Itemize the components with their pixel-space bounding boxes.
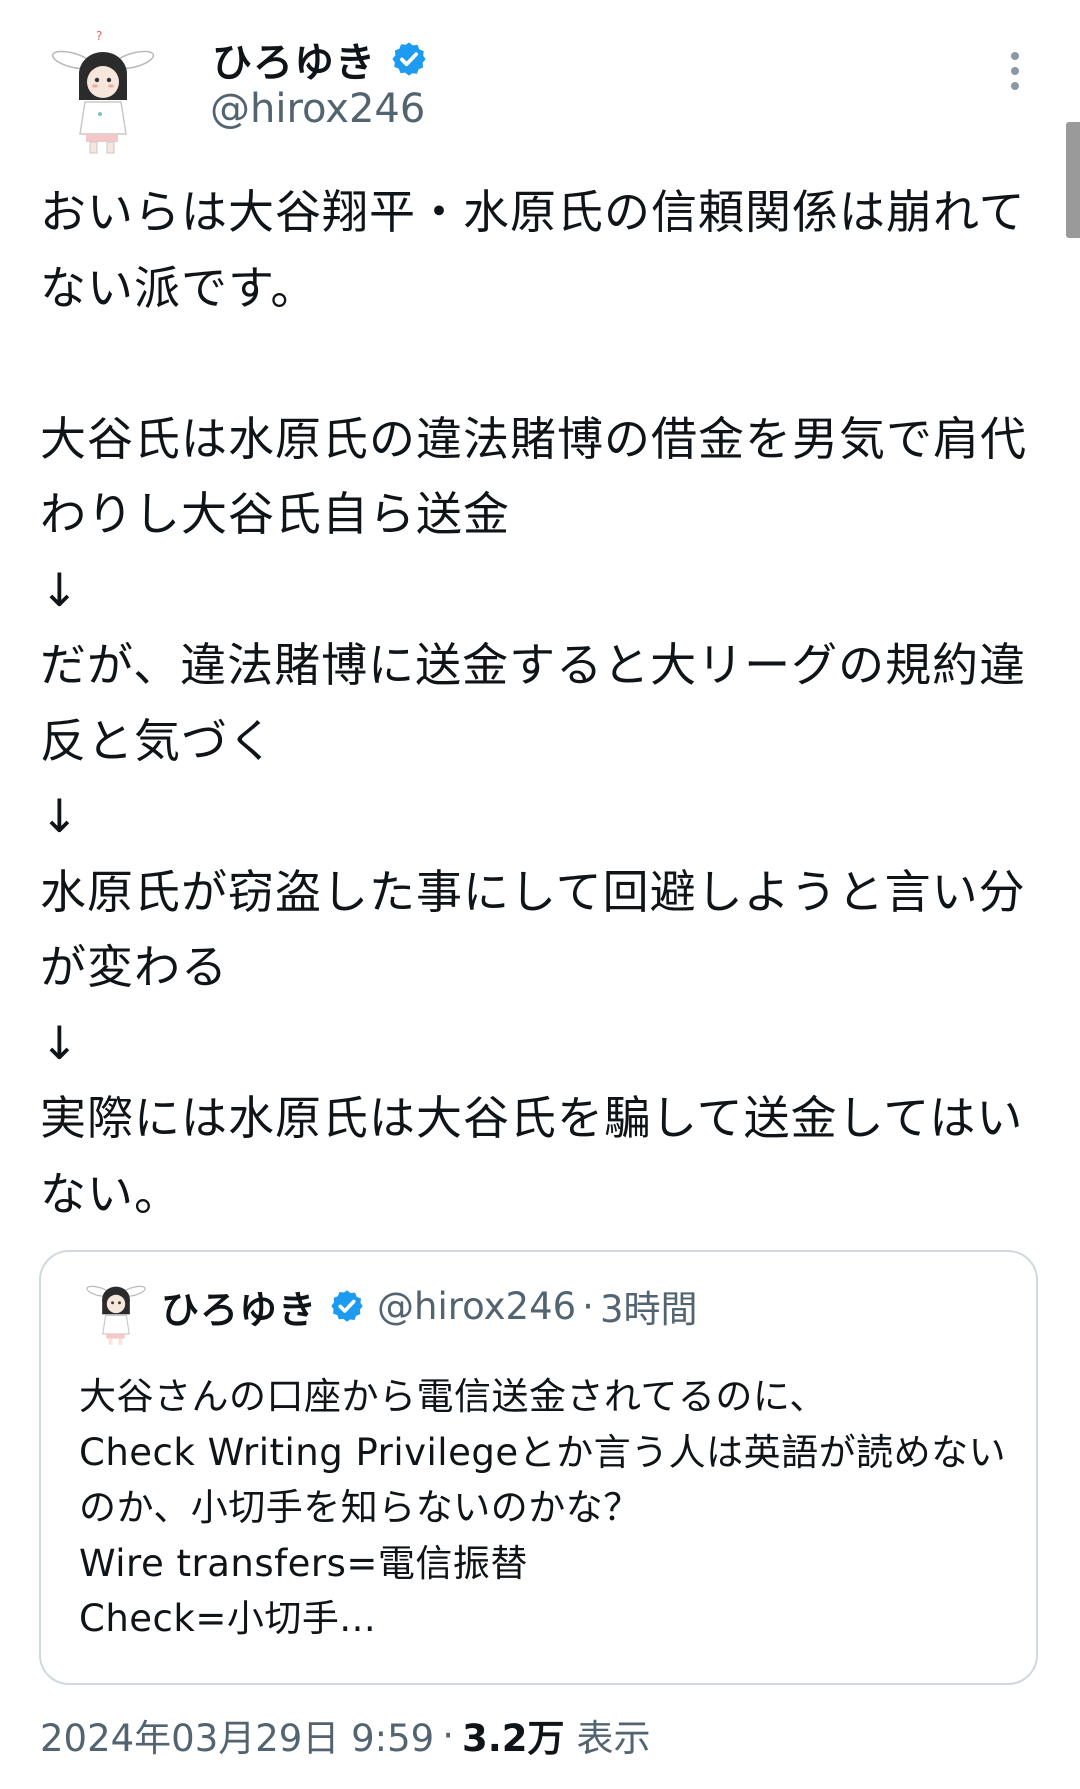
more-vertical-icon	[1011, 52, 1019, 60]
avatar[interactable]: ?	[50, 30, 156, 155]
quoted-display-name: ひろゆき	[161, 1287, 318, 1332]
tweet-header: ? ひろゆき @hirox246	[0, 0, 1080, 165]
quoted-text: 大谷さんの口座から電信送金されてるのに、 Check Writing Privi…	[79, 1375, 1007, 1640]
more-options-button[interactable]	[995, 52, 1035, 102]
separator-dot: ·	[442, 1713, 454, 1757]
quoted-tweet[interactable]: ひろゆき @hirox246 · 3時間 大谷さんの口座から電信送金されてるのに…	[39, 1250, 1038, 1685]
tweet-meta: 2024年03月29日 9:59 · 3.2万 表示	[40, 1708, 651, 1762]
author-name-row[interactable]: ひろゆき	[212, 30, 428, 88]
quoted-header: ひろゆき @hirox246 · 3時間	[161, 1278, 697, 1334]
quoted-time: 3時間	[599, 1288, 698, 1331]
quoted-handle: @hirox246	[377, 1284, 577, 1328]
verified-badge-icon	[331, 1290, 363, 1322]
quoted-avatar	[86, 1285, 146, 1345]
tweet-text: おいらは大谷翔平・水原氏の信頼関係は崩れてない派です。 大谷氏は水原氏の違法賭博…	[40, 185, 1027, 1221]
timestamp[interactable]: 2024年03月29日 9:59	[40, 1708, 434, 1762]
view-count: 3.2万	[461, 1717, 565, 1760]
verified-badge-icon	[392, 42, 426, 76]
author-handle[interactable]: @hirox246	[210, 86, 425, 132]
view-label: 表示	[576, 1717, 651, 1760]
svg-text:?: ?	[96, 30, 102, 43]
separator-dot: ·	[582, 1284, 594, 1328]
display-name[interactable]: ひろゆき	[212, 30, 376, 88]
